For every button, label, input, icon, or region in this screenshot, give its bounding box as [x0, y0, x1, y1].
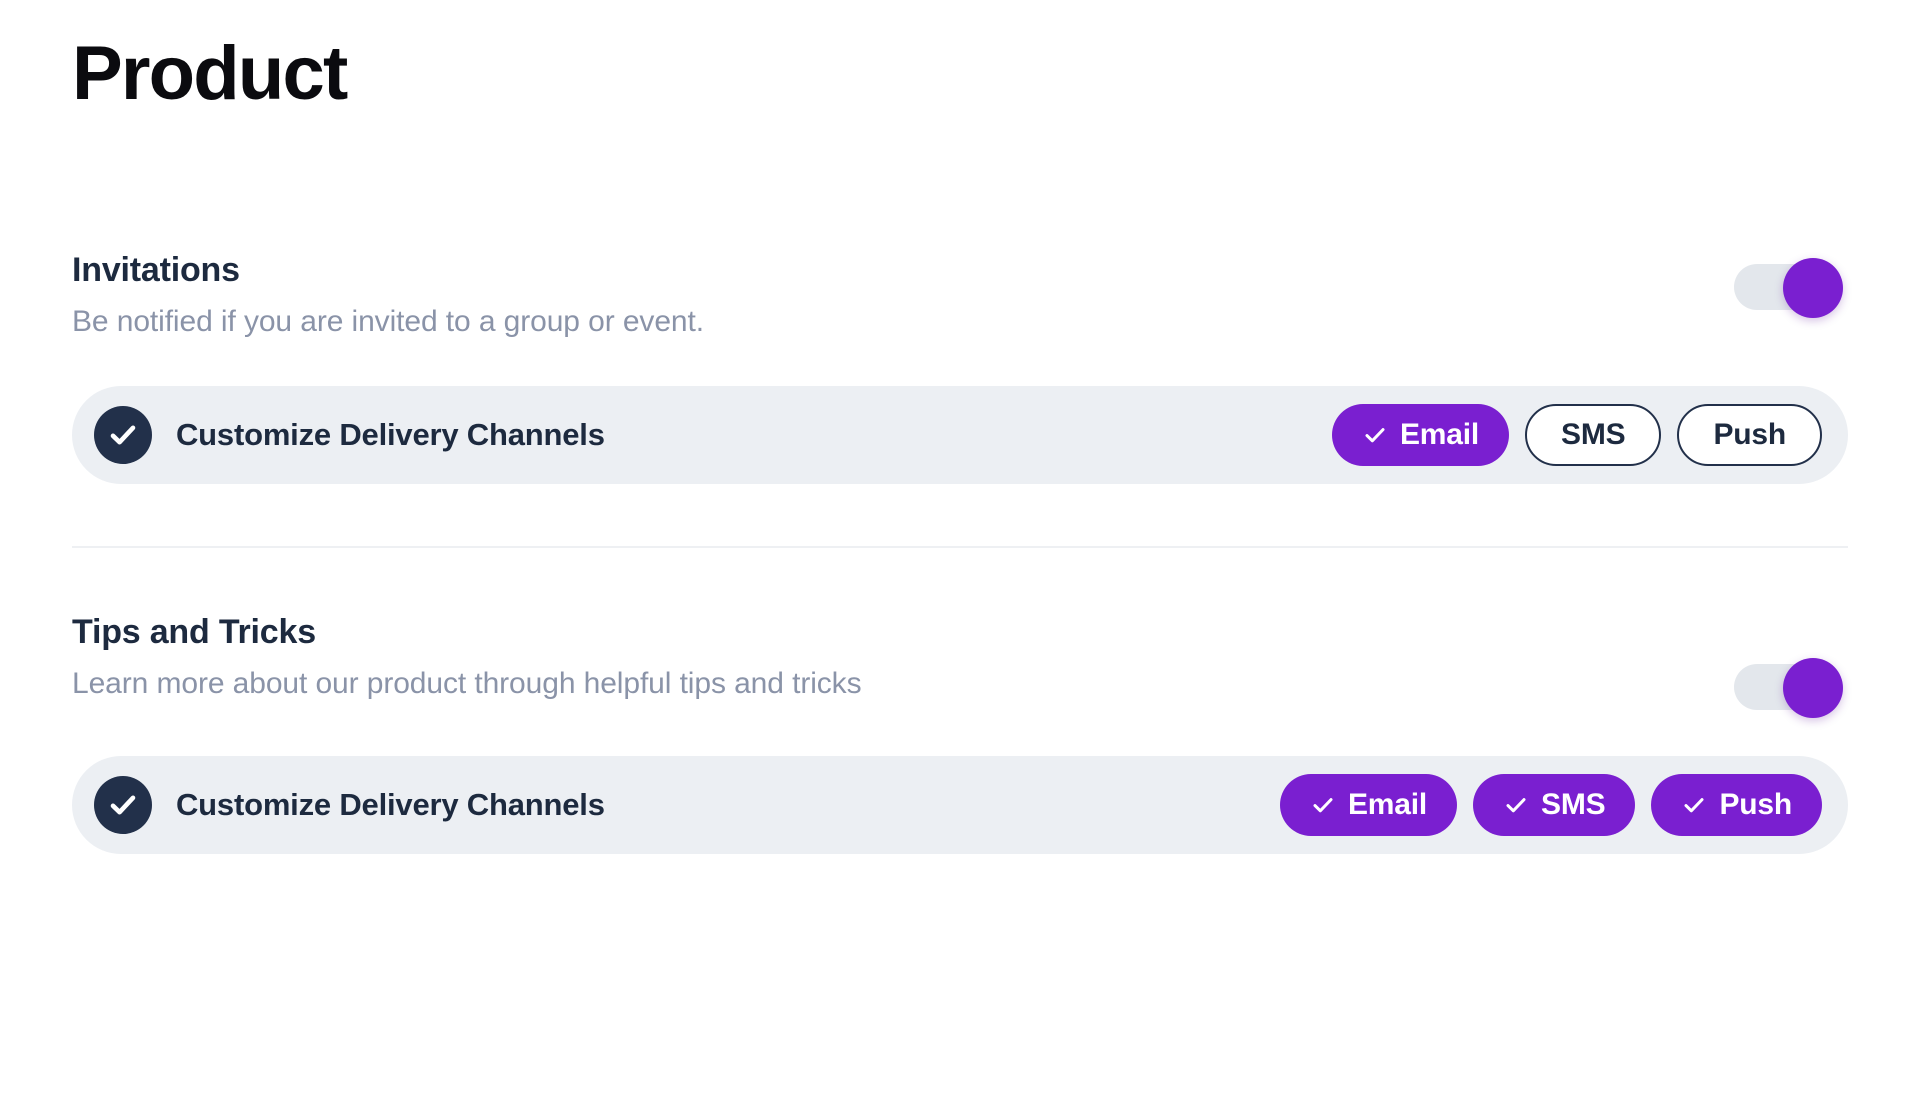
channel-chip-label: Push: [1713, 417, 1786, 451]
section-title-invitations: Invitations: [72, 251, 240, 289]
delivery-channels-row-tips-and-tricks[interactable]: Customize Delivery Channels Email SMS Pu…: [72, 755, 1848, 854]
check-icon: [1310, 792, 1336, 818]
channel-chip-label: SMS: [1561, 417, 1626, 451]
section-tips-and-tricks: Tips and Tricks Learn more about our pro…: [72, 612, 1848, 854]
check-circle-icon[interactable]: [94, 775, 152, 834]
toggle-knob: [1783, 657, 1843, 718]
delivery-channels-row-invitations[interactable]: Customize Delivery Channels Email SMS Pu…: [72, 385, 1848, 484]
channel-chip-group-invitations: Email SMS Push: [1331, 403, 1822, 466]
channel-chip-push-tips-and-tricks[interactable]: Push: [1651, 773, 1822, 836]
channel-chip-push-invitations[interactable]: Push: [1677, 403, 1822, 466]
section-text-tips-and-tricks: Tips and Tricks Learn more about our pro…: [72, 612, 862, 706]
section-header-invitations: Invitations Be notified if you are invit…: [72, 250, 1848, 344]
channel-chip-email-tips-and-tricks[interactable]: Email: [1279, 773, 1458, 836]
check-circle-icon[interactable]: [94, 405, 152, 464]
channel-chip-sms-invitations[interactable]: SMS: [1525, 403, 1662, 466]
channel-chip-label: Push: [1719, 787, 1792, 821]
invitations-toggle[interactable]: [1734, 258, 1843, 318]
check-icon: [1681, 792, 1707, 818]
product-notification-settings-page: Product Invitations Be notified if you a…: [0, 0, 1920, 1104]
channel-chip-group-tips-and-tricks: Email SMS Push: [1279, 773, 1822, 836]
channel-chip-label: SMS: [1541, 787, 1606, 821]
check-icon: [1503, 792, 1529, 818]
channel-chip-sms-tips-and-tricks[interactable]: SMS: [1473, 773, 1636, 836]
delivery-channels-label-invitations: Customize Delivery Channels: [176, 416, 605, 452]
sections-container: Invitations Be notified if you are invit…: [72, 250, 1848, 854]
section-title-tips-and-tricks: Tips and Tricks: [72, 612, 316, 651]
tips-and-tricks-toggle[interactable]: [1734, 657, 1843, 718]
section-description-invitations: Be notified if you are invited to a grou…: [72, 305, 704, 339]
check-icon: [1362, 422, 1388, 448]
section-text-invitations: Invitations Be notified if you are invit…: [72, 250, 704, 344]
section-header-tips-and-tricks: Tips and Tricks Learn more about our pro…: [72, 612, 1848, 718]
section-description-tips-and-tricks: Learn more about our product through hel…: [72, 666, 862, 700]
channel-chip-email-invitations[interactable]: Email: [1331, 403, 1510, 466]
delivery-channels-label-tips-and-tricks: Customize Delivery Channels: [176, 786, 605, 822]
channel-chip-label: Email: [1399, 417, 1480, 451]
page-title: Product: [72, 31, 348, 116]
toggle-knob: [1783, 258, 1843, 318]
channel-chip-label: Email: [1347, 787, 1428, 821]
section-invitations: Invitations Be notified if you are invit…: [72, 250, 1848, 484]
